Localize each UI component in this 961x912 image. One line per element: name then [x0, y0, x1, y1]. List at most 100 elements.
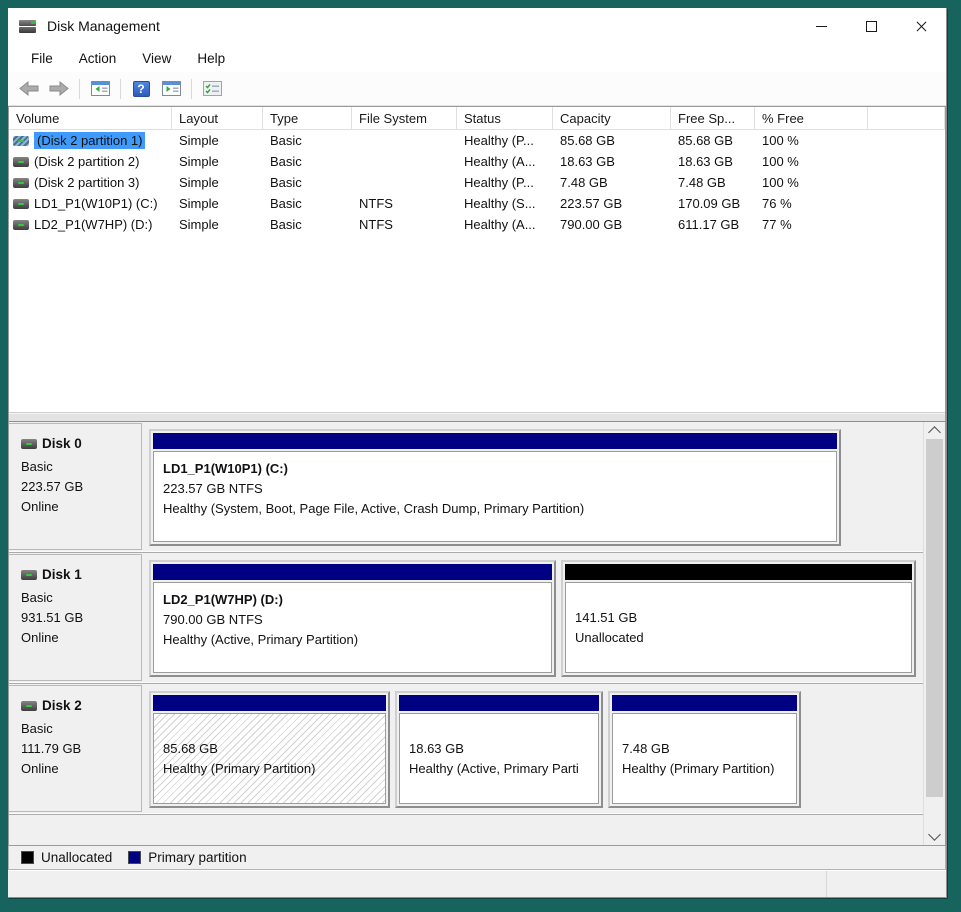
menu-view[interactable]: View [129, 48, 184, 69]
menu-file[interactable]: File [18, 48, 66, 69]
volume-drive-icon [13, 157, 29, 167]
column-header-type[interactable]: Type [263, 107, 352, 130]
horizontal-scrollbar[interactable] [9, 412, 945, 421]
disk-management-window: Disk Management File Action View Help [8, 8, 947, 898]
forward-button[interactable] [46, 76, 72, 102]
scrollbar-thumb[interactable] [926, 439, 943, 797]
scrollbar-track[interactable] [924, 439, 945, 828]
capacity-cell: 18.63 GB [553, 151, 671, 172]
free-space-cell: 170.09 GB [671, 193, 755, 214]
disk-size: 931.51 GB [21, 608, 137, 628]
type-cell: Basic [263, 130, 352, 151]
close-button[interactable] [896, 8, 946, 44]
checklist-icon [203, 81, 222, 96]
unallocated-swatch [21, 851, 34, 864]
unallocated-block[interactable]: 141.51 GB Unallocated [561, 560, 916, 677]
table-row[interactable]: LD1_P1(W10P1) (C:) Simple Basic NTFS Hea… [9, 193, 945, 214]
column-header-capacity[interactable]: Capacity [553, 107, 671, 130]
menu-action[interactable]: Action [66, 48, 130, 69]
partition-status: Healthy (Primary Partition) [622, 759, 787, 779]
minimize-button[interactable] [796, 8, 846, 44]
disk-name: Disk 1 [42, 567, 82, 582]
column-header-pct-free[interactable]: % Free [755, 107, 868, 130]
type-cell: Basic [263, 151, 352, 172]
capacity-cell: 7.48 GB [553, 172, 671, 193]
partition-block[interactable]: 7.48 GB Healthy (Primary Partition) [608, 691, 801, 808]
column-header-filler [868, 107, 945, 130]
table-row[interactable]: (Disk 2 partition 1) Simple Basic Health… [9, 130, 945, 151]
partition-label: LD2_P1(W7HP) (D:) 790.00 GB NTFS Healthy… [153, 582, 552, 673]
toolbar-separator [120, 79, 121, 99]
scroll-down-button[interactable] [924, 828, 945, 845]
partition-name: LD1_P1(W10P1) (C:) [163, 459, 827, 479]
back-button[interactable] [16, 76, 42, 102]
disk-state: Online [21, 628, 137, 648]
disk-row-0: Disk 0 Basic 223.57 GB Online LD1_P1(W10… [9, 422, 923, 553]
free-space-cell: 85.68 GB [671, 130, 755, 151]
disk-kind: Basic [21, 457, 137, 477]
help-button[interactable] [128, 76, 154, 102]
disk0-partitions: LD1_P1(W10P1) (C:) 223.57 GB NTFS Health… [142, 422, 923, 552]
status-cell: Healthy (P... [457, 172, 553, 193]
partition-label: LD1_P1(W10P1) (C:) 223.57 GB NTFS Health… [153, 451, 837, 542]
disk2-header[interactable]: Disk 2 Basic 111.79 GB Online [9, 685, 142, 812]
disk-name: Disk 2 [42, 698, 82, 713]
table-row[interactable]: LD2_P1(W7HP) (D:) Simple Basic NTFS Heal… [9, 214, 945, 235]
title-bar: Disk Management [8, 8, 946, 44]
scroll-up-button[interactable] [924, 422, 945, 439]
console-tree-icon [91, 81, 110, 96]
status-cell: Healthy (A... [457, 151, 553, 172]
pct-free-cell: 100 % [755, 130, 868, 151]
minimize-icon [816, 26, 827, 27]
partition-status: Unallocated [575, 628, 902, 648]
volume-drive-icon [13, 136, 29, 146]
column-header-volume[interactable]: Volume [9, 107, 172, 130]
disk-icon [21, 701, 37, 711]
maximize-button[interactable] [846, 8, 896, 44]
vertical-scrollbar[interactable] [923, 422, 945, 845]
partition-size: 85.68 GB [163, 739, 376, 759]
column-header-free-space[interactable]: Free Sp... [671, 107, 755, 130]
disk-row-2: Disk 2 Basic 111.79 GB Online 85.68 GB H… [9, 684, 923, 815]
disk-kind: Basic [21, 719, 137, 739]
column-header-layout[interactable]: Layout [172, 107, 263, 130]
partition-status: Healthy (System, Boot, Page File, Active… [163, 499, 827, 519]
disk1-header[interactable]: Disk 1 Basic 931.51 GB Online [9, 554, 142, 681]
partition-block[interactable]: LD1_P1(W10P1) (C:) 223.57 GB NTFS Health… [149, 429, 841, 546]
console-tree-button[interactable] [87, 76, 113, 102]
pct-free-cell: 76 % [755, 193, 868, 214]
status-bar [8, 870, 946, 897]
partition-block[interactable]: 18.63 GB Healthy (Active, Primary Parti [395, 691, 603, 808]
filler-cell [868, 151, 945, 172]
volume-cell: (Disk 2 partition 1) [9, 130, 172, 151]
table-row[interactable]: (Disk 2 partition 2) Simple Basic Health… [9, 151, 945, 172]
legend-bar: Unallocated Primary partition [8, 846, 946, 870]
column-header-status[interactable]: Status [457, 107, 553, 130]
disk-row-1: Disk 1 Basic 931.51 GB Online LD2_P1(W7H… [9, 553, 923, 684]
menu-help[interactable]: Help [184, 48, 238, 69]
volume-list-pane: Volume Layout Type File System Status Ca… [8, 106, 946, 421]
pct-free-cell: 100 % [755, 172, 868, 193]
partition-block[interactable]: LD2_P1(W7HP) (D:) 790.00 GB NTFS Healthy… [149, 560, 556, 677]
status-cell: Healthy (P... [457, 130, 553, 151]
volume-drive-icon [13, 199, 29, 209]
type-cell: Basic [263, 214, 352, 235]
table-row[interactable]: (Disk 2 partition 3) Simple Basic Health… [9, 172, 945, 193]
legend-label: Primary partition [148, 850, 246, 865]
partition-block-selected[interactable]: 85.68 GB Healthy (Primary Partition) [149, 691, 390, 808]
type-cell: Basic [263, 172, 352, 193]
back-icon [19, 80, 39, 97]
volume-cell: LD1_P1(W10P1) (C:) [9, 193, 172, 214]
capacity-cell: 223.57 GB [553, 193, 671, 214]
column-header-file-system[interactable]: File System [352, 107, 457, 130]
partition-label: 85.68 GB Healthy (Primary Partition) [153, 713, 386, 804]
legend-item-unallocated: Unallocated [21, 850, 112, 865]
checklist-button[interactable] [199, 76, 225, 102]
action-pane-button[interactable] [158, 76, 184, 102]
disk0-header[interactable]: Disk 0 Basic 223.57 GB Online [9, 423, 142, 550]
toolbar-separator [191, 79, 192, 99]
partition-label: 18.63 GB Healthy (Active, Primary Parti [399, 713, 599, 804]
volume-cell: LD2_P1(W7HP) (D:) [9, 214, 172, 235]
volume-name: (Disk 2 partition 2) [34, 154, 139, 169]
partition-label: 7.48 GB Healthy (Primary Partition) [612, 713, 797, 804]
